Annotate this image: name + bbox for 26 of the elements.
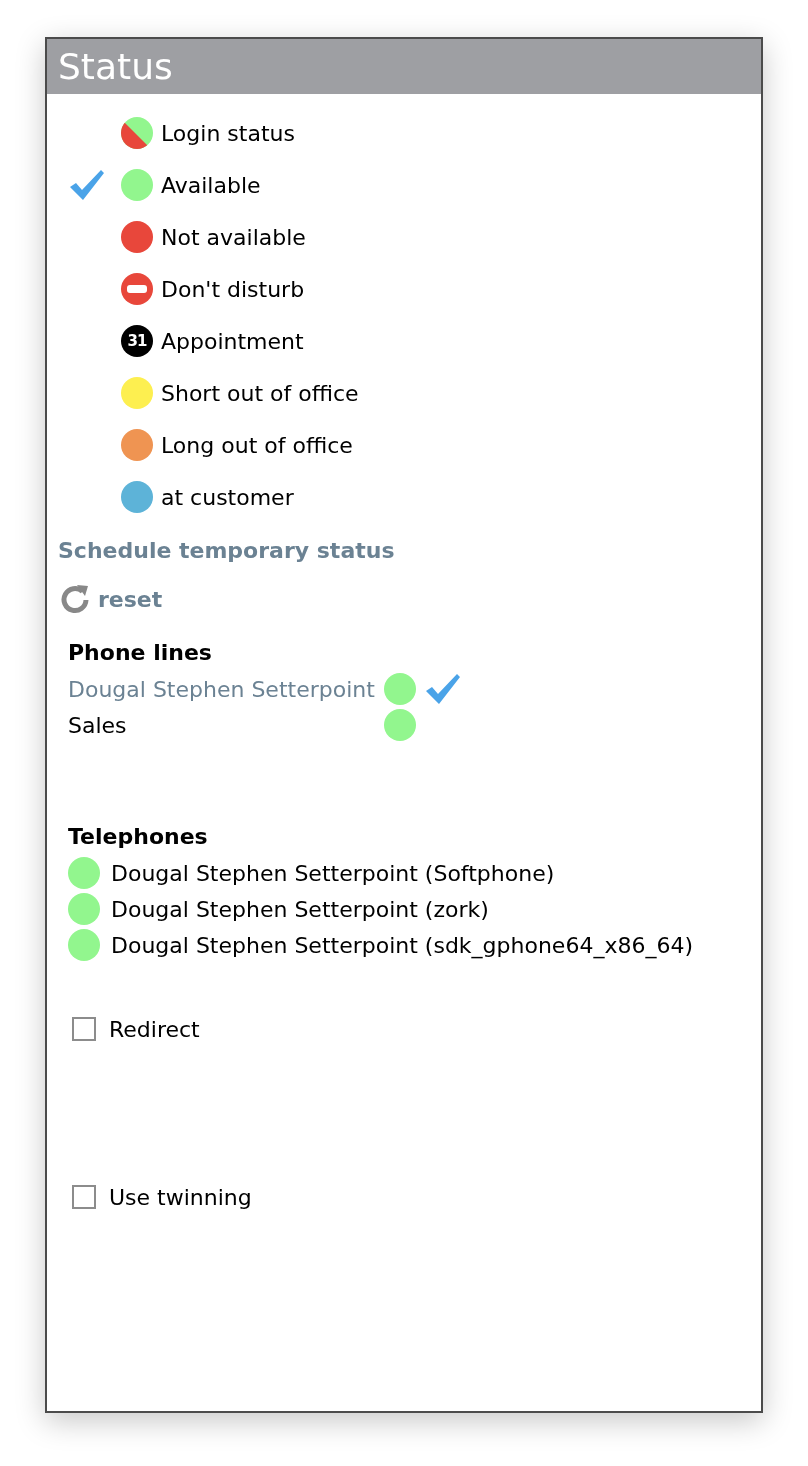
telephone-name: Dougal Stephen Setterpoint (sdk_gphone64_x86_64)	[111, 932, 693, 958]
status-option[interactable]: at customer	[47, 471, 294, 523]
phone-line-name[interactable]: Dougal Stephen Setterpoint	[68, 676, 375, 702]
checkmark-icon	[426, 674, 460, 704]
status-option[interactable]: Long out of office	[47, 419, 353, 471]
status-option[interactable]: Login status	[47, 107, 295, 159]
telephone-name: Dougal Stephen Setterpoint (zork)	[111, 896, 489, 922]
status-option[interactable]: Short out of office	[47, 367, 359, 419]
status-option[interactable]: Not available	[47, 211, 306, 263]
refresh-icon	[60, 584, 90, 614]
checkmark-icon	[70, 170, 104, 200]
status-option[interactable]: Don't disturb	[47, 263, 305, 315]
section-heading: Telephones	[68, 823, 208, 851]
checkbox[interactable]	[72, 1185, 96, 1209]
section-heading: Phone lines	[68, 639, 212, 667]
checkbox-label[interactable]: Use twinning	[109, 1184, 252, 1210]
reset-button[interactable]: reset	[60, 579, 163, 619]
checkbox-label[interactable]: Redirect	[109, 1016, 200, 1042]
status-option[interactable]: Available	[47, 159, 261, 211]
window-title: Status	[58, 48, 173, 85]
status-option[interactable]: 31 Appointment	[47, 315, 304, 367]
schedule-link[interactable]: Schedule temporary status	[47, 523, 395, 579]
telephone-name: Dougal Stephen Setterpoint (Softphone)	[111, 860, 555, 886]
checkbox[interactable]	[72, 1017, 96, 1041]
date-badge: 31	[121, 325, 153, 357]
phone-line-name[interactable]: Sales	[68, 712, 127, 738]
